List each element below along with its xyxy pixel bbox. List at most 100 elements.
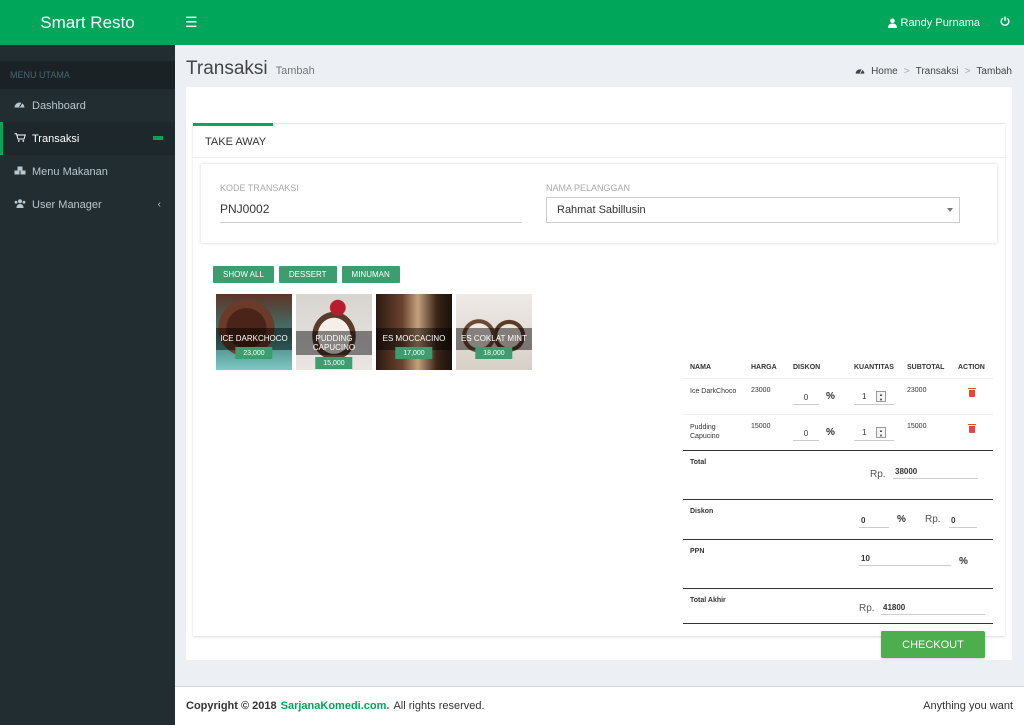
tab-divider [193, 157, 1005, 158]
total-akhir-input[interactable]: 41800 [881, 599, 985, 615]
dashboard-icon [855, 66, 865, 77]
total-label: Total [690, 459, 707, 466]
caret-down-icon [947, 208, 953, 212]
breadcrumb-separator: > [964, 66, 971, 77]
quantity-value: 1 [862, 392, 867, 401]
footer-tagline: Anything you want [923, 700, 1013, 712]
percent-sign: % [826, 391, 835, 402]
footer-copyright: Copyright © 2018 [186, 700, 277, 712]
col-kuantitas: KUANTITAS [854, 364, 894, 371]
top-navbar: ☰ Randy Purnama [175, 0, 1024, 45]
currency-label: Rp. [859, 603, 875, 614]
breadcrumb-separator: > [903, 66, 910, 77]
filter-minuman-button[interactable]: MINUMAN [341, 266, 400, 283]
total-akhir-label: Total Akhir [690, 597, 726, 604]
sidebar-item-menu-makanan[interactable]: Menu Makanan [0, 155, 175, 188]
sidebar-item-transaksi[interactable]: Transaksi [0, 122, 175, 155]
footer-brand-link[interactable]: SarjanaKomedi.com. [281, 700, 390, 712]
col-action: ACTION [958, 364, 985, 371]
product-name: ES COKLAT MINT [461, 334, 527, 343]
filter-show-all-button[interactable]: SHOW ALL [213, 266, 274, 283]
product-price: 17,000 [395, 347, 433, 359]
hamburger-icon[interactable]: ☰ [185, 14, 205, 31]
nama-pelanggan-label: NAMA PELANGGAN [546, 183, 631, 193]
quantity-value: 1 [862, 428, 867, 437]
filter-dessert-button[interactable]: DESSERT [278, 266, 337, 283]
product-card-es-moccacino[interactable]: ES MOCCACINO 17,000 [376, 294, 452, 370]
app-title: Smart Resto [40, 12, 135, 32]
app-logo[interactable]: Smart Resto [0, 0, 175, 45]
footer-rights: All rights reserved. [393, 700, 485, 712]
diskon-percent-input[interactable]: 0 [859, 512, 889, 528]
item-subtotal: 23000 [907, 387, 927, 394]
user-menu[interactable]: Randy Purnama [887, 16, 981, 29]
order-table: NAMA HARGA DISKON KUANTITAS SUBTOTAL ACT… [683, 357, 993, 624]
col-diskon: DISKON [793, 364, 821, 371]
item-discount-input[interactable]: 0 [793, 425, 819, 441]
ppn-label: PPN [690, 548, 705, 555]
sidebar-section-label: MENU UTAMA [0, 61, 175, 89]
page-subtitle: Tambah [275, 65, 315, 77]
main-box: TAKE AWAY KODE TRANSAKSI PNJ0002 NAMA PE… [186, 87, 1012, 660]
item-name: Ice DarkChoco [690, 388, 737, 395]
table-row: Pudding Capucino 15000 0 % 1 ▲ ▼ 15000 [683, 415, 993, 450]
ppn-input[interactable]: 10 [859, 550, 951, 566]
col-nama: NAMA [690, 364, 711, 371]
product-name: ES MOCCACINO [382, 334, 446, 343]
col-subtotal: SUBTOTAL [907, 364, 945, 371]
percent-sign: % [959, 556, 968, 567]
checkout-button[interactable]: CHECKOUT [881, 631, 985, 658]
spinner-icon[interactable]: ▲ ▼ [876, 427, 886, 438]
sidebar-item-label: User Manager [32, 198, 102, 211]
trash-icon[interactable] [968, 424, 976, 433]
nama-pelanggan-select[interactable]: Rahmat Sabillusin [546, 197, 960, 223]
product-price: 23,000 [235, 347, 273, 359]
sidebar: MENU UTAMA Dashboard Transaksi Menu Maka… [0, 45, 175, 725]
product-price: 18,000 [475, 347, 513, 359]
product-card-es-coklat-mint[interactable]: ES COKLAT MINT 18,000 [456, 294, 532, 370]
total-row: Total Rp. 38000 [683, 450, 993, 499]
user-icon [887, 18, 897, 28]
item-discount-input[interactable]: 0 [793, 389, 819, 405]
item-subtotal: 15000 [907, 423, 927, 430]
kode-transaksi-input[interactable]: PNJ0002 [220, 188, 522, 223]
sidebar-item-user-manager[interactable]: User Manager ‹ [0, 188, 175, 221]
order-table-header: NAMA HARGA DISKON KUANTITAS SUBTOTAL ACT… [683, 357, 993, 379]
content-header: Transaksi Tambah Home > Transaksi > Tamb… [186, 58, 1012, 82]
product-price: 15,000 [315, 357, 353, 369]
table-row: Ice DarkChoco 23000 0 % 1 ▲ ▼ 23000 [683, 379, 993, 415]
power-icon[interactable] [1000, 16, 1010, 29]
trash-icon[interactable] [968, 388, 976, 397]
cart-icon [14, 132, 32, 145]
product-card-ice-darkchoco[interactable]: ICE DARKCHOCO 23,000 [216, 294, 292, 370]
ppn-row: PPN 10 % [683, 539, 993, 588]
item-price: 15000 [751, 423, 771, 430]
nama-pelanggan-value: Rahmat Sabillusin [557, 204, 646, 216]
active-indicator [153, 136, 163, 140]
diskon-rp-input[interactable]: 0 [949, 512, 977, 528]
user-name: Randy Purnama [900, 16, 981, 29]
breadcrumb-home[interactable]: Home [871, 66, 898, 77]
transaction-form-card: KODE TRANSAKSI PNJ0002 NAMA PELANGGAN Ra… [201, 164, 997, 243]
percent-sign: % [897, 514, 906, 525]
item-name: Pudding Capucino [690, 424, 720, 440]
sidebar-item-dashboard[interactable]: Dashboard [0, 89, 175, 122]
currency-label: Rp. [870, 469, 886, 480]
spinner-icon[interactable]: ▲ ▼ [876, 391, 886, 402]
tab-panel: TAKE AWAY KODE TRANSAKSI PNJ0002 NAMA PE… [193, 123, 1005, 658]
sidebar-item-label: Menu Makanan [32, 165, 108, 178]
item-quantity-stepper[interactable]: 1 ▲ ▼ [854, 425, 894, 441]
category-filters: SHOW ALL DESSERT MINUMAN [213, 266, 400, 283]
breadcrumb-tambah: Tambah [976, 66, 1012, 77]
item-price: 23000 [751, 387, 771, 394]
breadcrumb-transaksi[interactable]: Transaksi [916, 66, 959, 77]
product-card-pudding-capucino[interactable]: PUDDING CAPUCINO 15,000 [296, 294, 372, 370]
dashboard-icon [14, 100, 32, 111]
total-input[interactable]: 38000 [893, 463, 978, 479]
currency-label: Rp. [925, 514, 941, 525]
col-harga: HARGA [751, 364, 777, 371]
item-quantity-stepper[interactable]: 1 ▲ ▼ [854, 389, 894, 405]
cubes-icon [14, 166, 32, 178]
nama-pelanggan-group: NAMA PELANGGAN [546, 183, 630, 193]
tab-take-away[interactable]: TAKE AWAY [193, 123, 273, 157]
